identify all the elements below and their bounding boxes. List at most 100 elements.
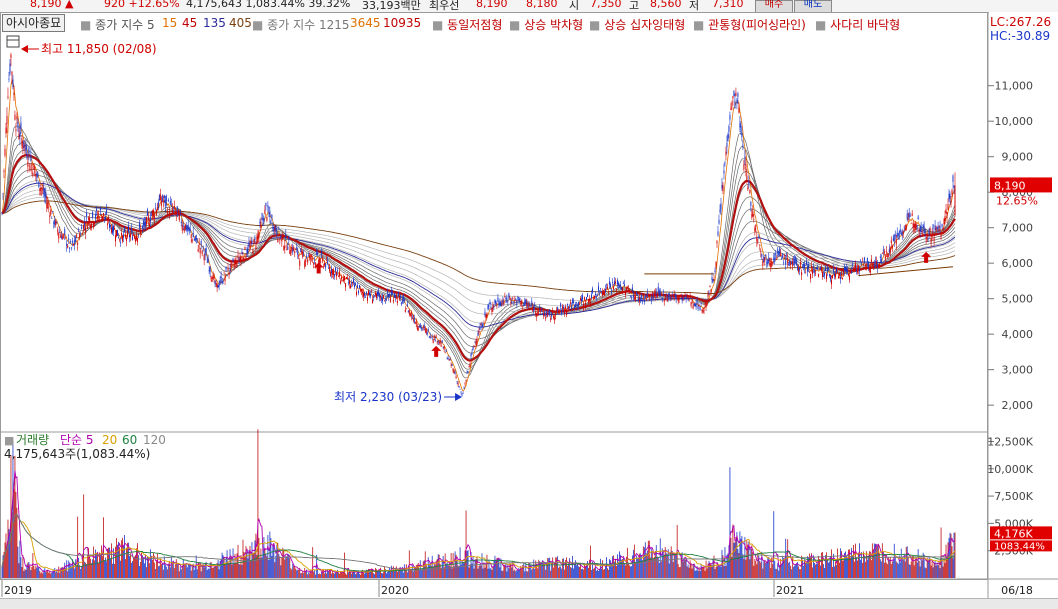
volume-bar bbox=[486, 554, 488, 578]
candle-body bbox=[482, 323, 484, 327]
candle-body bbox=[589, 298, 591, 301]
volume-bar bbox=[420, 569, 422, 578]
volume-bar bbox=[22, 555, 24, 578]
volume-bar bbox=[828, 562, 829, 578]
volume-bar bbox=[116, 538, 117, 578]
volume-bar bbox=[27, 562, 29, 578]
candle-body bbox=[438, 341, 440, 343]
volume-bar bbox=[599, 569, 600, 578]
volume-bar bbox=[180, 569, 182, 578]
volume-bar bbox=[583, 569, 584, 578]
candle-body bbox=[231, 261, 233, 263]
candle-body bbox=[237, 255, 239, 259]
candle-body bbox=[612, 286, 614, 290]
candle-body bbox=[381, 297, 383, 302]
volume-bar bbox=[114, 563, 115, 578]
volume-bar bbox=[160, 563, 162, 578]
candle-body bbox=[841, 277, 843, 280]
candle-body bbox=[796, 260, 798, 266]
volume-bar bbox=[428, 563, 430, 578]
volume-bar bbox=[678, 567, 680, 578]
volume-bar bbox=[97, 552, 98, 578]
candle-body bbox=[441, 340, 443, 343]
candle-body bbox=[38, 181, 40, 188]
volume-bar bbox=[304, 567, 306, 578]
volume-bar bbox=[24, 568, 26, 578]
volume-bar bbox=[343, 572, 344, 578]
candle-body bbox=[572, 299, 574, 304]
volume-bar bbox=[764, 560, 766, 578]
candle-body bbox=[21, 138, 23, 147]
candle-body bbox=[857, 265, 859, 270]
volume-bar bbox=[265, 553, 267, 578]
candle-body bbox=[493, 306, 495, 307]
candle-body bbox=[833, 269, 835, 272]
candle-body bbox=[898, 231, 900, 237]
volume-bar bbox=[737, 549, 739, 578]
candle-body bbox=[343, 278, 345, 281]
volume-bar bbox=[596, 570, 597, 578]
candle-body bbox=[330, 272, 332, 276]
candle-body bbox=[325, 263, 327, 268]
volume-bar bbox=[659, 538, 661, 578]
candle-body bbox=[270, 221, 272, 224]
candle-body bbox=[834, 273, 836, 277]
candle-body bbox=[443, 346, 445, 350]
candle-body bbox=[280, 235, 282, 238]
candle-body bbox=[204, 251, 206, 255]
candle-body bbox=[384, 298, 386, 300]
candle-body bbox=[81, 226, 83, 229]
candle-body bbox=[759, 245, 761, 247]
candle-body bbox=[764, 257, 766, 261]
candle-body bbox=[780, 252, 782, 256]
candle-body bbox=[219, 280, 221, 284]
volume-bar bbox=[789, 561, 791, 578]
volume-bar bbox=[57, 572, 59, 578]
candle-body bbox=[936, 227, 938, 229]
candle-body bbox=[657, 286, 659, 291]
chart-settings-icon[interactable] bbox=[6, 35, 20, 48]
volume-bar bbox=[866, 559, 868, 578]
candle-body bbox=[197, 248, 199, 252]
hc-label: HC:-30.89 bbox=[990, 29, 1050, 43]
volume-bar bbox=[79, 565, 81, 578]
volume-bar bbox=[11, 511, 13, 578]
volume-bar bbox=[595, 567, 596, 578]
volume-bar bbox=[480, 565, 482, 578]
candle-body bbox=[498, 302, 500, 306]
volume-bar bbox=[535, 560, 537, 578]
candle-body bbox=[844, 267, 846, 271]
candle-body bbox=[439, 340, 441, 344]
volume-bar bbox=[170, 557, 172, 578]
volume-bar bbox=[504, 565, 506, 578]
volume-bar bbox=[880, 561, 882, 578]
volume-bar bbox=[89, 554, 91, 578]
candle-body bbox=[456, 381, 458, 383]
candle-body bbox=[891, 246, 893, 249]
candle-body bbox=[793, 258, 795, 261]
volume-bar bbox=[44, 568, 46, 578]
candle-body bbox=[272, 227, 274, 229]
volume-bar bbox=[81, 566, 83, 578]
volume-bar bbox=[858, 552, 859, 578]
candle-body bbox=[577, 304, 579, 307]
candle-body bbox=[607, 291, 609, 293]
volume-bar bbox=[276, 545, 278, 578]
ma-fan-line bbox=[1, 180, 956, 332]
volume-bar bbox=[186, 567, 188, 578]
volume-bar bbox=[147, 557, 149, 578]
candle-body bbox=[59, 231, 61, 233]
volume-bar bbox=[673, 553, 675, 578]
candle-body bbox=[113, 226, 115, 232]
candle-body bbox=[541, 309, 543, 312]
candle-body bbox=[35, 174, 37, 176]
volume-bar bbox=[853, 545, 854, 578]
volume-bar bbox=[261, 557, 263, 578]
volume-bar bbox=[832, 566, 833, 578]
volume-bar bbox=[677, 563, 679, 578]
volume-bar bbox=[662, 550, 664, 578]
candle-body bbox=[904, 228, 906, 230]
candle-body bbox=[871, 263, 873, 266]
candle-body bbox=[848, 275, 850, 280]
candle-body bbox=[738, 107, 740, 113]
